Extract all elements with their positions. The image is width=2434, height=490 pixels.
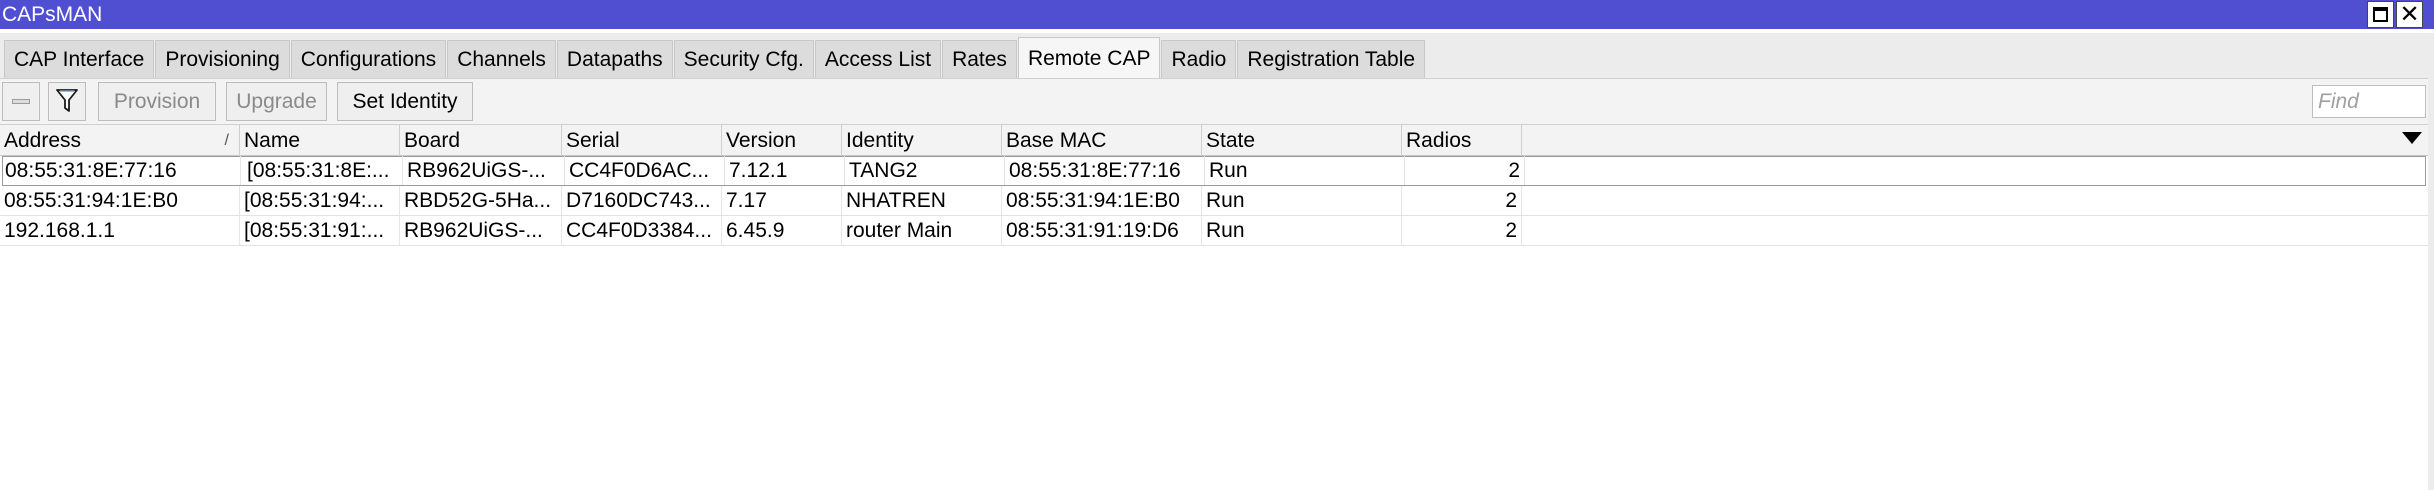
cell-state: Run: [1202, 186, 1402, 215]
remove-button[interactable]: [2, 82, 40, 121]
cell-state: Run: [1205, 156, 1405, 185]
cell-serial: D7160DC743...: [562, 186, 722, 215]
tab-access-list[interactable]: Access List: [814, 40, 942, 78]
cell-serial: CC4F0D6AC...: [565, 156, 725, 185]
table-row[interactable]: 192.168.1.1 [08:55:31:91:... RB962UiGS-.…: [0, 216, 2434, 246]
cell-identity: TANG2: [845, 156, 1005, 185]
tab-provisioning[interactable]: Provisioning: [155, 40, 290, 78]
tab-radio[interactable]: Radio: [1161, 40, 1237, 78]
maximize-button[interactable]: [2367, 1, 2394, 28]
window-title: CAPsMAN: [2, 3, 103, 26]
tabs: CAP Interface Provisioning Configuration…: [4, 37, 1426, 78]
capsman-window: CAPsMAN ✕ CAP Interface Provisioning Con…: [0, 0, 2434, 490]
tab-bar: CAP Interface Provisioning Configuration…: [0, 29, 2434, 78]
set-identity-button[interactable]: Set Identity: [337, 82, 473, 121]
cell-version: 6.45.9: [722, 216, 842, 245]
tab-configurations[interactable]: Configurations: [290, 40, 447, 78]
close-button[interactable]: ✕: [2396, 1, 2423, 28]
tab-remote-cap[interactable]: Remote CAP: [1017, 37, 1161, 78]
tab-datapaths[interactable]: Datapaths: [556, 40, 673, 78]
column-header-name[interactable]: Name: [240, 125, 400, 156]
sort-indicator: /: [224, 132, 229, 149]
cell-board: RBD52G-5Ha...: [400, 186, 562, 215]
cell-radios: 2: [1405, 156, 1525, 185]
cell-identity: NHATREN: [842, 186, 1002, 215]
cell-radios: 2: [1402, 186, 1522, 215]
close-icon: ✕: [2399, 1, 2420, 28]
cell-version: 7.12.1: [725, 156, 845, 185]
cell-board: RB962UiGS-...: [403, 156, 565, 185]
cell-address: 192.168.1.1: [0, 216, 240, 245]
scroll-edge: [2428, 78, 2434, 490]
cell-state: Run: [1202, 216, 1402, 245]
column-label: Address: [4, 129, 82, 152]
tab-registration-table[interactable]: Registration Table: [1237, 40, 1426, 78]
cell-address: 08:55:31:8E:77:16: [1, 156, 241, 185]
cell-name: [08:55:31:91:...: [240, 216, 400, 245]
find-input[interactable]: [2312, 85, 2426, 118]
column-header-identity[interactable]: Identity: [842, 125, 1002, 156]
column-header-radios[interactable]: Radios: [1402, 125, 1522, 156]
cell-base-mac: 08:55:31:91:19:D6: [1002, 216, 1202, 245]
tab-rates[interactable]: Rates: [942, 40, 1017, 78]
cell-identity: router Main: [842, 216, 1002, 245]
column-header-base-mac[interactable]: Base MAC: [1002, 125, 1202, 156]
tab-security-cfg[interactable]: Security Cfg.: [673, 40, 814, 78]
title-bar[interactable]: CAPsMAN ✕: [0, 0, 2434, 29]
provision-button[interactable]: Provision: [98, 82, 216, 121]
column-header-address[interactable]: Address /: [0, 125, 240, 156]
cell-board: RB962UiGS-...: [400, 216, 562, 245]
column-header-version[interactable]: Version: [722, 125, 842, 156]
remote-cap-table: Address / Name Board Serial Version Iden…: [0, 124, 2434, 490]
filter-button[interactable]: [48, 82, 86, 121]
toolbar: Provision Upgrade Set Identity: [0, 78, 2434, 124]
filter-icon: [56, 89, 78, 112]
cell-version: 7.17: [722, 186, 842, 215]
upgrade-button[interactable]: Upgrade: [226, 82, 327, 121]
cell-base-mac: 08:55:31:94:1E:B0: [1002, 186, 1202, 215]
tab-cap-interface[interactable]: CAP Interface: [4, 40, 155, 78]
table-row[interactable]: 08:55:31:8E:77:16 [08:55:31:8E:... RB962…: [2, 156, 2426, 186]
cell-address: 08:55:31:94:1E:B0: [0, 186, 240, 215]
tab-channels[interactable]: Channels: [447, 40, 556, 78]
cell-name: [08:55:31:94:...: [240, 186, 400, 215]
table-header: Address / Name Board Serial Version Iden…: [0, 124, 2434, 156]
cell-serial: CC4F0D3384...: [562, 216, 722, 245]
minus-icon: [12, 99, 30, 104]
cell-base-mac: 08:55:31:8E:77:16: [1005, 156, 1205, 185]
column-header-serial[interactable]: Serial: [562, 125, 722, 156]
cell-name: [08:55:31:8E:...: [243, 156, 403, 185]
cell-radios: 2: [1402, 216, 1522, 245]
column-header-state[interactable]: State: [1202, 125, 1402, 156]
column-header-board[interactable]: Board: [400, 125, 562, 156]
table-row[interactable]: 08:55:31:94:1E:B0 [08:55:31:94:... RBD52…: [0, 186, 2434, 216]
table-body: 08:55:31:8E:77:16 [08:55:31:8E:... RB962…: [0, 156, 2434, 246]
column-menu-icon[interactable]: [2402, 132, 2422, 144]
